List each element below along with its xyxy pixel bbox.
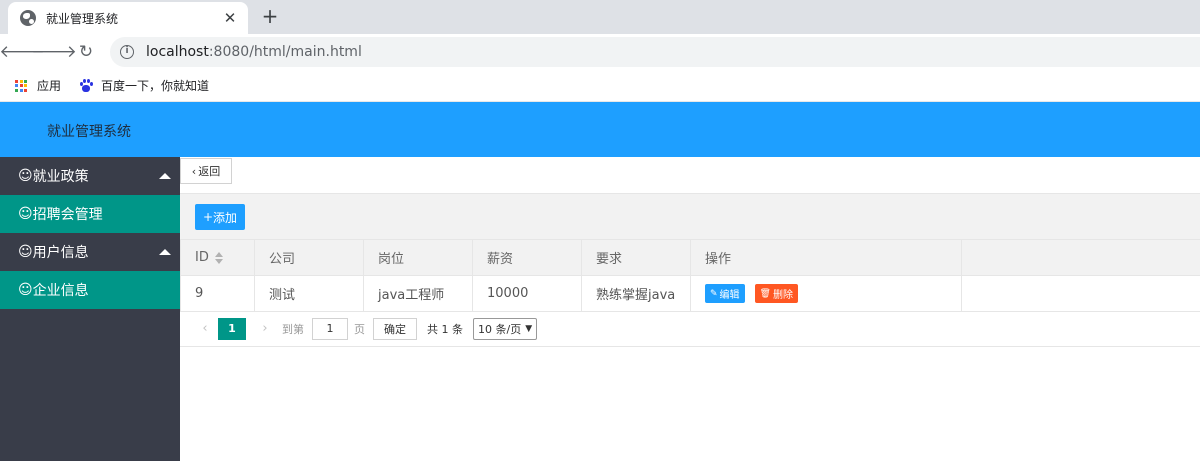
chevron-left-icon: ‹ <box>191 164 197 178</box>
pencil-icon: ✎ <box>710 288 718 299</box>
sidebar-group-label: 用户信息 <box>32 245 89 261</box>
table-row: 9 测试 java工程师 10000 熟练掌握java ✎ 编辑 🗑 删除 <box>180 275 1200 312</box>
sidebar-group-label: 就业政策 <box>32 169 89 185</box>
total-count: 共 1 条 <box>427 322 463 336</box>
page-size-value: 10 条/页 <box>478 322 522 336</box>
sidebar: ☺ 就业政策 ☺ 招聘会管理 ☺ 用户信息 ☺ 企业信息 <box>0 157 180 461</box>
back-button-label: 返回 <box>198 165 221 178</box>
goto-page-input[interactable]: 1 <box>312 317 348 340</box>
cell-requirement: 熟练掌握java <box>581 275 691 312</box>
add-button[interactable]: + 添加 <box>195 204 245 230</box>
bookmark-apps[interactable]: 应用 <box>15 77 61 94</box>
page-unit-label: 页 <box>354 322 365 336</box>
chevron-down-icon: ▼ <box>525 323 533 334</box>
delete-button-label: 删除 <box>772 290 793 301</box>
bookmarks-bar: 应用 百度一下，你就知道 <box>0 70 1200 102</box>
trash-icon: 🗑 <box>759 288 771 299</box>
globe-icon <box>20 10 36 26</box>
main-content: ‹ 返回 + 添加 ID 公司 岗位 薪资 要求 操作 9 测试 java工程师… <box>180 157 1200 461</box>
app-title: 就业管理系统 <box>47 124 131 140</box>
app-header: 就业管理系统 <box>0 102 1200 157</box>
cell-salary: 10000 <box>472 275 582 312</box>
caret-up-icon <box>159 249 171 255</box>
url-text: localhost:8080/html/main.html <box>146 44 362 60</box>
browser-toolbar: 🡐 🡒 ↻ i localhost:8080/html/main.html <box>0 34 1200 70</box>
column-header-salary: 薪资 <box>472 239 582 276</box>
delete-button[interactable]: 🗑 删除 <box>754 284 798 303</box>
smile-icon: ☺ <box>18 244 33 260</box>
bookmark-baidu[interactable]: 百度一下，你就知道 <box>79 77 209 94</box>
add-button-label: 添加 <box>213 210 238 225</box>
bookmark-label: 应用 <box>37 79 62 93</box>
sidebar-item-company-info[interactable]: ☺ 企业信息 <box>0 271 180 309</box>
column-header-id[interactable]: ID <box>180 239 255 276</box>
url-host: localhost <box>146 44 209 60</box>
edit-button[interactable]: ✎ 编辑 <box>705 284 745 303</box>
current-page[interactable]: 1 <box>218 317 246 340</box>
tab-close-icon[interactable]: ✕ <box>222 9 238 27</box>
column-header-actions: 操作 <box>690 239 962 276</box>
baidu-paw-icon <box>79 78 94 93</box>
cell-actions: ✎ 编辑 🗑 删除 <box>690 275 962 312</box>
smile-icon: ☺ <box>18 282 33 298</box>
prev-page-icon[interactable]: ‹ <box>194 321 216 336</box>
column-header-label: ID <box>195 250 209 265</box>
forward-arrow-icon[interactable]: 🡒 <box>31 36 77 68</box>
edit-button-label: 编辑 <box>719 290 740 301</box>
sidebar-item-label: 企业信息 <box>32 283 89 299</box>
column-header-company: 公司 <box>254 239 364 276</box>
sidebar-item-job-fair[interactable]: ☺ 招聘会管理 <box>0 195 180 233</box>
table-toolbar: + 添加 <box>180 193 1200 239</box>
column-header-requirement: 要求 <box>581 239 691 276</box>
cell-position: java工程师 <box>363 275 473 312</box>
cell-company: 测试 <box>254 275 364 312</box>
apps-grid-icon <box>15 79 27 92</box>
cell-filler <box>961 275 1200 312</box>
info-icon[interactable]: i <box>120 45 134 59</box>
table-header-row: ID 公司 岗位 薪资 要求 操作 <box>180 239 1200 276</box>
bookmark-label: 百度一下，你就知道 <box>101 79 210 93</box>
back-button[interactable]: ‹ 返回 <box>180 158 232 184</box>
reload-icon[interactable]: ↻ <box>70 36 102 68</box>
column-header-position: 岗位 <box>363 239 473 276</box>
sidebar-group-employment-policy[interactable]: ☺ 就业政策 <box>0 157 180 195</box>
sidebar-item-label: 招聘会管理 <box>32 207 103 223</box>
caret-up-icon <box>159 173 171 179</box>
browser-tab-strip: 就业管理系统 ✕ + <box>0 0 1200 34</box>
column-header-filler <box>961 239 1200 276</box>
plus-icon: + <box>202 210 214 224</box>
address-bar[interactable]: i localhost:8080/html/main.html <box>110 37 1200 67</box>
pagination: ‹ 1 › 到第 1 页 确定 共 1 条 10 条/页 ▼ <box>180 311 1200 347</box>
tab-title: 就业管理系统 <box>46 11 119 26</box>
smile-icon: ☺ <box>18 168 33 184</box>
data-table: ID 公司 岗位 薪资 要求 操作 9 测试 java工程师 10000 熟练掌… <box>180 239 1200 312</box>
new-tab-button[interactable]: + <box>260 4 280 28</box>
goto-confirm-button[interactable]: 确定 <box>373 317 417 340</box>
smile-icon: ☺ <box>18 206 33 222</box>
next-page-icon[interactable]: › <box>254 321 276 336</box>
sort-icon[interactable] <box>214 251 223 264</box>
goto-label: 到第 <box>282 322 304 336</box>
browser-tab[interactable]: 就业管理系统 ✕ <box>8 2 248 34</box>
page-size-select[interactable]: 10 条/页 ▼ <box>473 317 538 340</box>
url-path: :8080/html/main.html <box>208 44 362 60</box>
sidebar-group-user-info[interactable]: ☺ 用户信息 <box>0 233 180 271</box>
cell-id: 9 <box>180 275 255 312</box>
